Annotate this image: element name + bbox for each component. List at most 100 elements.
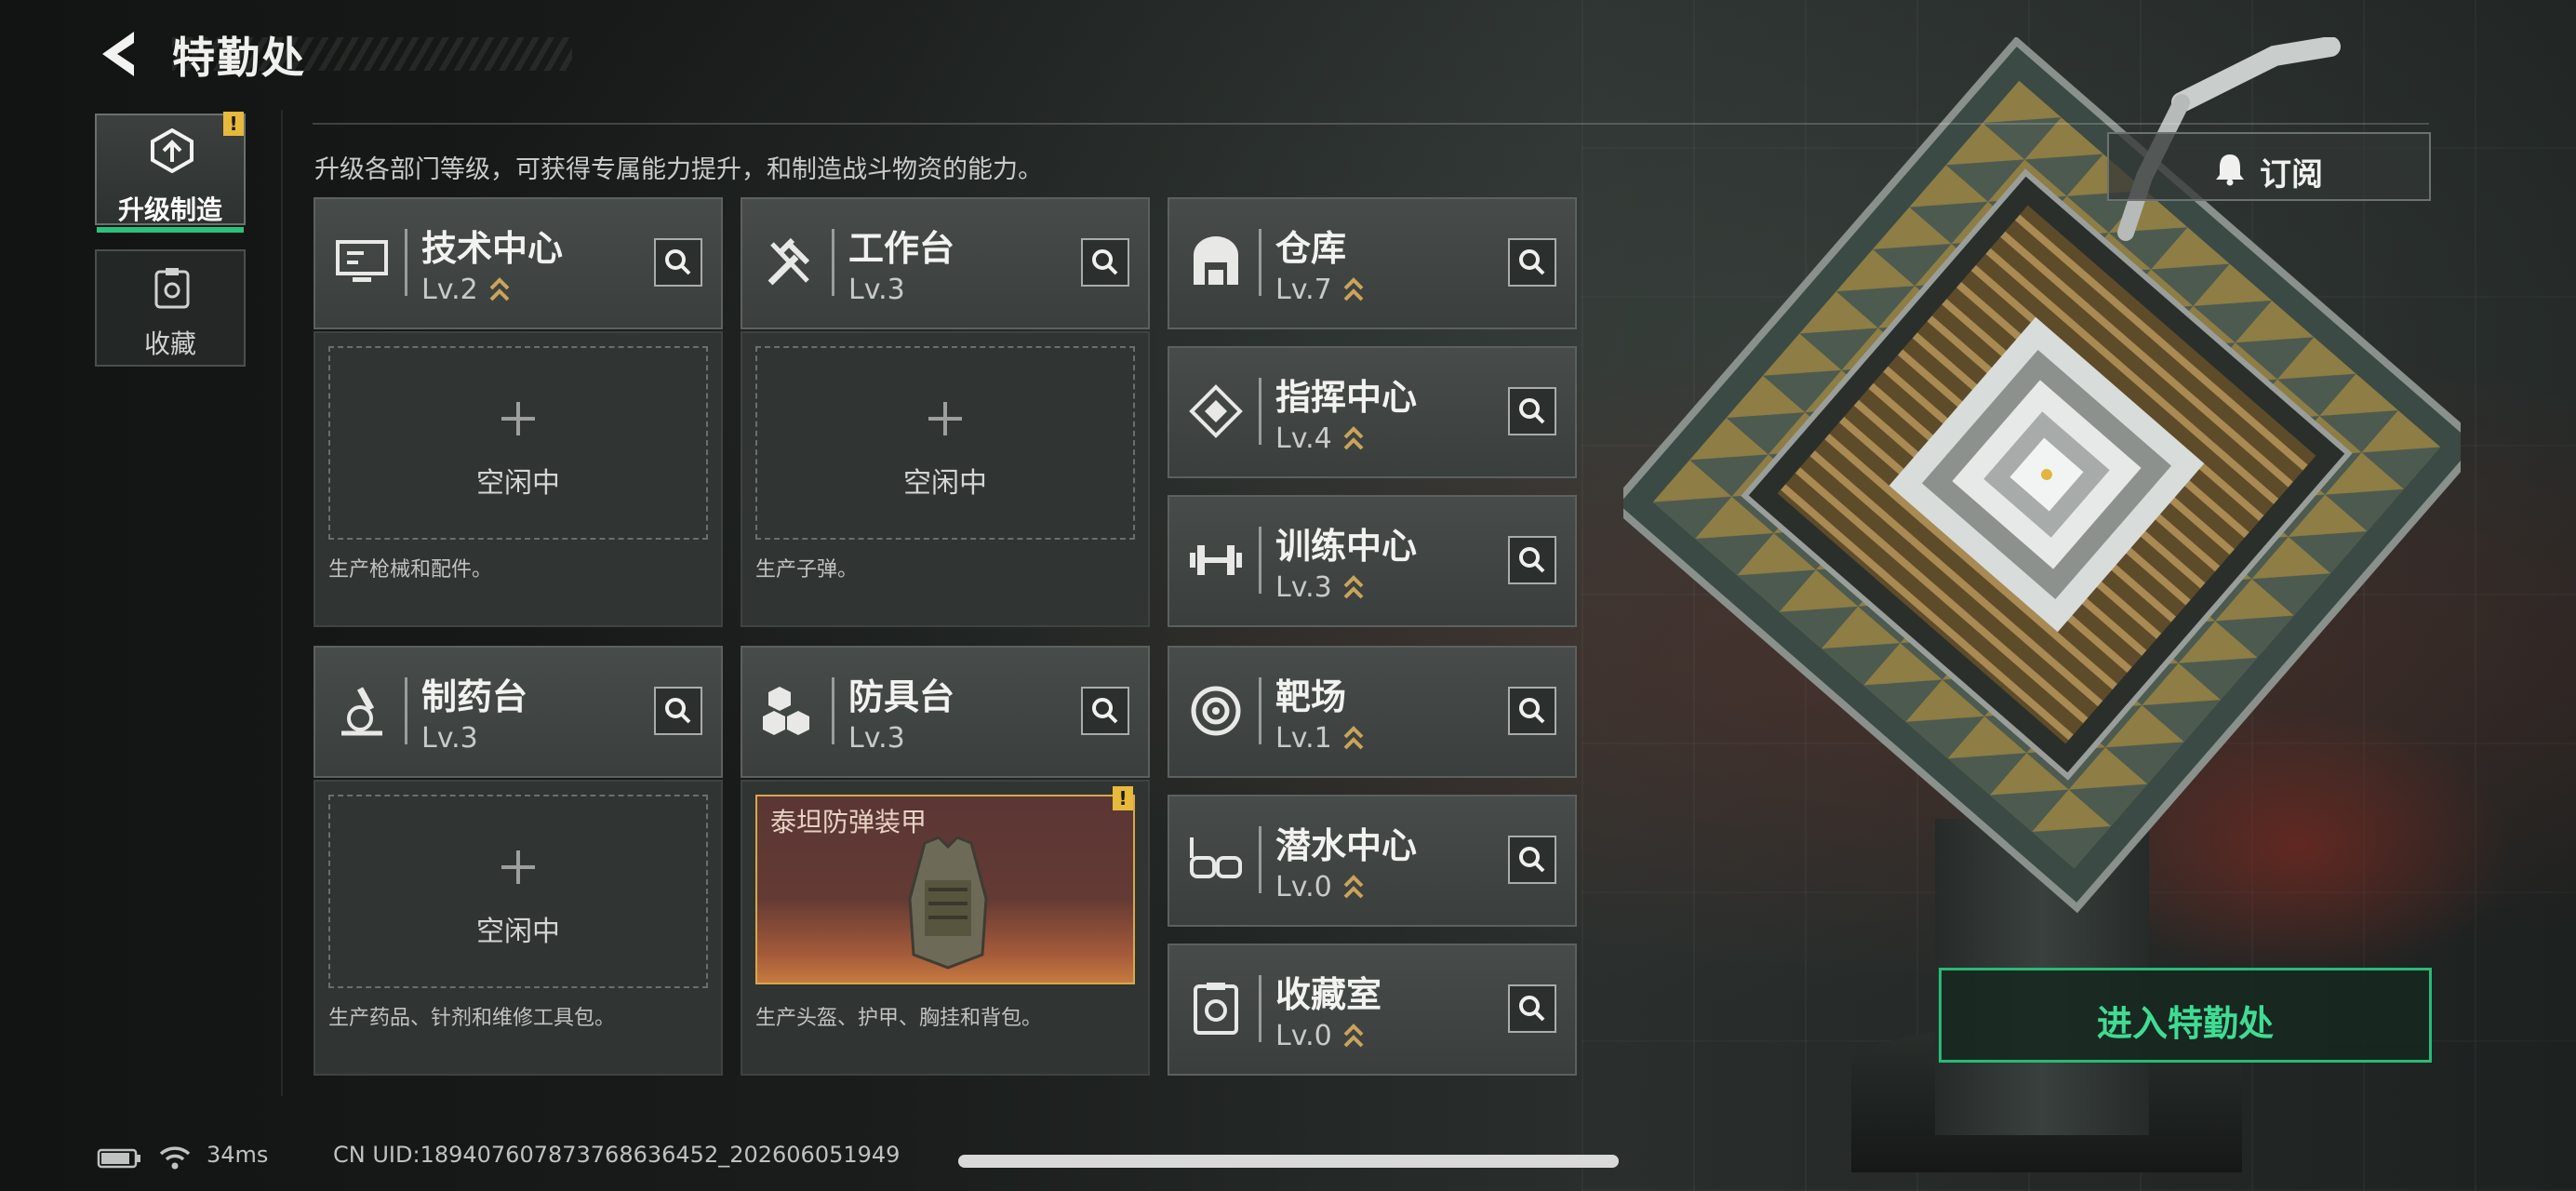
slot-status: 空闲中 [903,467,987,500]
station-level: Lv.3 [421,722,478,755]
slot-description: 生产枪械和配件。 [328,558,493,582]
station-name: 防具台 [848,676,955,717]
page-subtitle: 升级各部门等级，可获得专属能力提升，和制造战斗物资的能力。 [314,155,1043,184]
alert-badge: ! [223,112,244,136]
separator [832,229,834,296]
station-card-tech-center[interactable]: 技术中心 Lv.2 [314,197,723,329]
search-icon [665,249,691,275]
slot-description: 生产子弹。 [755,558,859,582]
facility-level: Lv.0 [1275,1020,1332,1052]
search-icon [1519,996,1545,1022]
station-level: Lv.3 [848,722,905,755]
separator [1259,378,1261,445]
facility-level: Lv.4 [1275,422,1332,455]
search-icon [1092,249,1118,275]
production-slot: 泰坦防弹装甲 生产头盔、护甲、胸挂和背包。 [741,780,1150,1076]
page-title: 特勤处 [172,33,306,83]
inspect-button[interactable] [1508,536,1556,584]
inspect-button[interactable] [654,687,702,735]
search-icon [1519,249,1545,275]
dumbbell-icon [1190,545,1242,575]
facility-card-diving-center[interactable]: 潜水中心 Lv.0 [1168,795,1577,927]
separator [405,677,407,744]
level-up-chevron-icon [1343,875,1364,899]
tab-label: 收藏 [143,328,196,359]
level-up-chevron-icon [1343,575,1364,599]
level-up-chevron-icon [1343,426,1364,450]
empty-slot-button[interactable]: 空闲中 [755,346,1135,540]
separator [1259,229,1261,296]
back-arrow-icon[interactable] [93,26,149,82]
facility-name: 仓库 [1275,228,1347,269]
production-slot: 空闲中 生产枪械和配件。 [314,331,723,627]
tab-active-indicator [97,227,244,233]
subscribe-button[interactable]: 订阅 [2107,132,2431,201]
facility-name: 靶场 [1275,676,1347,717]
body-armor-icon [908,836,988,970]
search-icon [1519,698,1545,724]
station-name: 技术中心 [421,228,564,269]
production-slot: 空闲中 生产药品、针剂和维修工具包。 [314,780,723,1076]
empty-slot-button[interactable]: 空闲中 [328,795,708,988]
home-indicator[interactable] [958,1155,1619,1168]
inspect-button[interactable] [1508,238,1556,287]
facility-card-training-center[interactable]: 训练中心 Lv.3 [1168,495,1577,627]
target-icon [1191,686,1241,736]
enter-button-label: 进入特勤处 [2096,1003,2274,1044]
search-icon [1519,547,1545,573]
station-card-pharmacy[interactable]: 制药台 Lv.3 [314,646,723,778]
monitor-icon [336,240,388,282]
cubes-icon [763,687,809,735]
station-card-armor-bench[interactable]: 防具台 Lv.3 [741,646,1150,778]
facility-card-shooting-range[interactable]: 靶场 Lv.1 [1168,646,1577,778]
separator [1259,826,1261,893]
facility-name: 指挥中心 [1275,377,1418,418]
facility-level: Lv.1 [1275,722,1332,755]
inspect-button[interactable] [1508,984,1556,1033]
facility-name: 潜水中心 [1275,825,1418,866]
facility-card-collection-room[interactable]: 收藏室 Lv.0 [1168,943,1577,1076]
facility-card-warehouse[interactable]: 仓库 Lv.7 [1168,197,1577,329]
subscribe-label: 订阅 [2260,156,2323,194]
inspect-button[interactable] [1508,836,1556,884]
separator [1259,677,1261,744]
station-name: 制药台 [421,676,528,717]
search-icon [1519,847,1545,873]
slot-description: 生产头盔、护甲、胸挂和背包。 [755,1007,1043,1030]
plus-icon [501,402,535,435]
tab-collection[interactable]: 收藏 [95,249,246,367]
microscope-icon [341,687,382,736]
facility-level: Lv.0 [1275,871,1332,903]
station-name: 工作台 [848,228,955,269]
production-slot: 空闲中 生产子弹。 [741,331,1150,627]
separator [1259,975,1261,1042]
level-up-chevron-icon [1343,1024,1364,1048]
plus-icon [501,850,535,884]
search-icon [665,698,691,724]
station-card-workbench[interactable]: 工作台 Lv.3 [741,197,1150,329]
collection-tab-icon [154,268,190,309]
inspect-button[interactable] [1081,687,1129,735]
crafting-item-slot[interactable]: 泰坦防弹装甲 [755,795,1135,984]
station-level: Lv.3 [848,274,905,306]
command-icon [1189,384,1243,438]
goggles-icon [1190,837,1242,878]
facility-card-command-center[interactable]: 指挥中心 Lv.4 [1168,346,1577,478]
alert-badge: ! [1113,786,1133,810]
search-icon [1092,698,1118,724]
inspect-button[interactable] [1508,687,1556,735]
empty-slot-button[interactable]: 空闲中 [328,346,708,540]
separator [1259,527,1261,594]
inspect-button[interactable] [1508,387,1556,435]
collection-icon [1194,983,1238,1035]
tools-icon [767,237,810,286]
bell-icon [2216,154,2244,186]
enter-special-ops-button[interactable]: 进入特勤处 [1939,968,2432,1063]
warehouse-icon [1194,236,1238,285]
wifi-icon [159,1146,191,1170]
inspect-button[interactable] [1081,238,1129,287]
slot-status: 空闲中 [476,467,560,500]
facility-name: 训练中心 [1275,526,1418,567]
level-up-chevron-icon [1343,726,1364,750]
inspect-button[interactable] [654,238,702,287]
